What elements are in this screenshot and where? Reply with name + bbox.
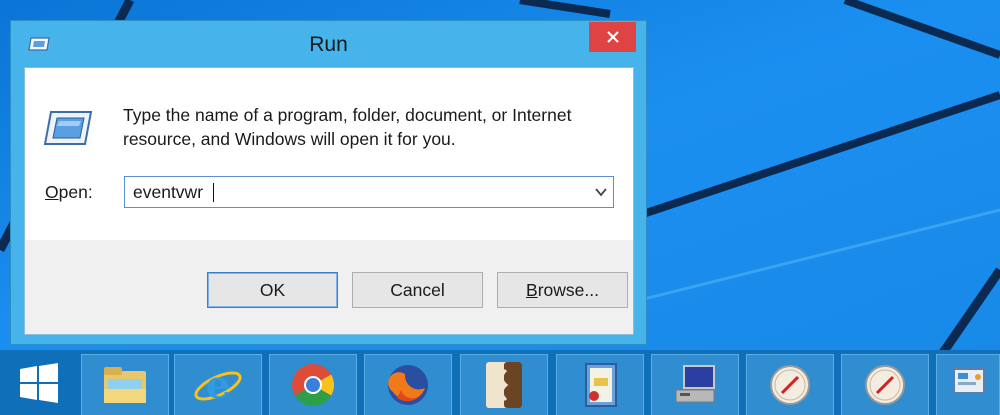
firefox-icon bbox=[388, 365, 428, 405]
dialog-description: Type the name of a program, folder, docu… bbox=[123, 105, 572, 149]
file-explorer-icon bbox=[104, 367, 146, 403]
chrome-icon bbox=[292, 364, 335, 407]
taskbar: e bbox=[0, 350, 1000, 415]
start-windows-icon bbox=[20, 362, 58, 403]
browse-button[interactable]: Browse... bbox=[497, 272, 628, 308]
close-icon bbox=[606, 31, 619, 43]
svg-text:e: e bbox=[206, 362, 230, 407]
taskbar-compass-app-2[interactable] bbox=[841, 354, 929, 415]
dialog-content-area: Type the name of a program, folder, docu… bbox=[25, 68, 633, 240]
dialog-title: Run bbox=[309, 33, 348, 56]
taskbar-file-explorer[interactable] bbox=[81, 354, 169, 415]
control-panel-icon bbox=[953, 368, 985, 394]
text-caret bbox=[213, 183, 214, 202]
taskbar-chrome[interactable] bbox=[269, 354, 357, 415]
computer-network-icon bbox=[675, 365, 715, 403]
start-button[interactable] bbox=[0, 350, 78, 415]
notebook-app-icon bbox=[585, 363, 617, 407]
dialog-body: Type the name of a program, folder, docu… bbox=[24, 67, 634, 335]
taskbar-notebook-app[interactable] bbox=[556, 354, 644, 415]
open-input[interactable] bbox=[125, 177, 585, 207]
title-bar[interactable]: Run bbox=[11, 21, 646, 66]
internet-explorer-icon: e bbox=[194, 362, 242, 407]
compass-app-icon bbox=[770, 365, 810, 405]
browse-accelerator: B bbox=[526, 279, 538, 300]
open-label: Open: bbox=[45, 182, 93, 203]
open-combobox[interactable] bbox=[124, 176, 614, 208]
taskbar-internet-explorer[interactable]: e bbox=[174, 354, 262, 415]
ok-button[interactable]: OK bbox=[207, 272, 338, 308]
run-icon bbox=[43, 111, 93, 145]
browse-label: rowse... bbox=[537, 279, 599, 300]
compass-app-icon bbox=[865, 365, 905, 405]
open-label-accelerator: O bbox=[45, 182, 59, 202]
chevron-down-icon[interactable] bbox=[595, 187, 607, 197]
open-label-text: pen: bbox=[58, 182, 93, 202]
taskbar-computer-network[interactable] bbox=[651, 354, 739, 415]
taskbar-control-panel[interactable] bbox=[936, 354, 1000, 415]
cancel-button[interactable]: Cancel bbox=[352, 272, 483, 308]
taskbar-app-bracket[interactable] bbox=[460, 354, 548, 415]
taskbar-compass-app[interactable] bbox=[746, 354, 834, 415]
close-button[interactable] bbox=[589, 22, 636, 52]
taskbar-firefox[interactable] bbox=[364, 354, 452, 415]
app-bracket-icon bbox=[486, 362, 522, 408]
run-dialog: Run Type the name of a program, folder, … bbox=[10, 20, 647, 345]
